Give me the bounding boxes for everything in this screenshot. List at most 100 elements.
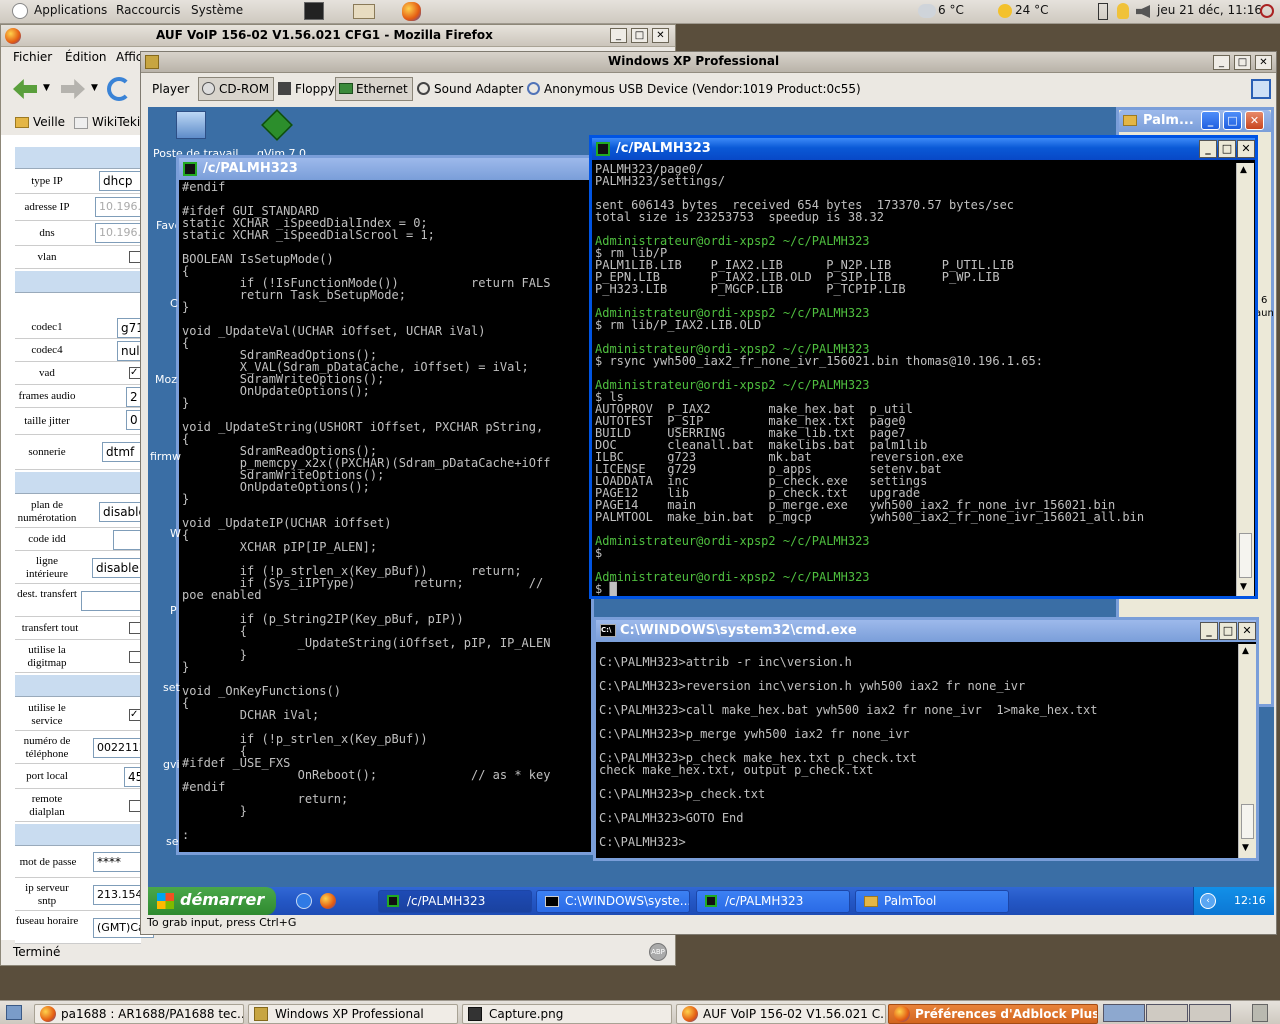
xp-task-cmd[interactable]: C:\WINDOWS\syste... <box>536 890 690 913</box>
power-icon[interactable] <box>1260 4 1274 18</box>
vm-close-button[interactable]: ✕ <box>1255 55 1272 70</box>
weather-temp-2: 24 °C <box>1015 3 1049 17</box>
status-text: Terminé <box>13 945 61 959</box>
vm-maximize-button[interactable]: □ <box>1234 55 1251 70</box>
my-computer-icon[interactable] <box>176 111 206 139</box>
menu-raccourcis[interactable]: Raccourcis <box>116 3 180 17</box>
network-icon[interactable] <box>1098 3 1108 20</box>
task-vmware[interactable]: Windows XP Professional <box>248 1004 458 1024</box>
terminal-right-maximize-button[interactable]: □ <box>1218 140 1236 158</box>
gvim-icon[interactable] <box>261 109 293 141</box>
menu-edition[interactable]: Édition <box>65 50 107 64</box>
palmtool-close-button[interactable]: ✕ <box>1245 111 1264 130</box>
cmd-maximize-button[interactable]: □ <box>1219 622 1237 640</box>
back-arrow-icon[interactable] <box>13 79 37 99</box>
terminal-right-minimize-button[interactable]: _ <box>1199 140 1217 158</box>
reload-icon[interactable] <box>107 77 131 101</box>
terminal-right-scrollbar[interactable]: ▲ ▼ <box>1236 163 1254 596</box>
forward-arrow-icon[interactable] <box>61 79 85 99</box>
scroll-thumb[interactable] <box>1241 804 1254 839</box>
forward-dropdown-icon[interactable]: ▼ <box>91 83 98 93</box>
task-capture[interactable]: Capture.png <box>462 1004 672 1024</box>
cmd-scrollbar[interactable]: ▲ ▼ <box>1238 644 1256 858</box>
scroll-up-arrow-icon[interactable]: ▲ <box>1240 165 1247 175</box>
volume-icon[interactable] <box>1136 5 1150 18</box>
menu-fichier[interactable]: Fichier <box>13 50 52 64</box>
palmtool-maximize-button[interactable]: □ <box>1223 111 1242 130</box>
bookmark-wikiteki[interactable]: WikiTeki <box>92 115 140 129</box>
terminal-left-line: #endif <box>182 181 226 194</box>
terminal-left-output[interactable]: #endif #ifdef GUI_STANDARD static XCHAR _… <box>180 181 590 851</box>
xp-task-palmtool[interactable]: PalmTool <box>855 890 1009 913</box>
cmd-line: check make_hex.txt, output p_check.txt <box>599 763 874 777</box>
firefox-titlebar[interactable]: AUF VoIP 156-02 V1.56.021 CFG1 - Mozilla… <box>1 25 675 47</box>
firefox-quicklaunch-icon[interactable] <box>320 893 336 909</box>
quick-switch-icon[interactable] <box>1251 79 1271 99</box>
cmd-minimize-button[interactable]: _ <box>1200 622 1218 640</box>
workspace-1[interactable] <box>1103 1004 1145 1022</box>
usb-device-button[interactable]: Anonymous USB Device (Vendor:1019 Produc… <box>523 77 866 101</box>
cmd-titlebar[interactable]: C:\ C:\WINDOWS\system32\cmd.exe _ □ ✕ <box>596 620 1256 642</box>
xp-clock[interactable]: 12:16 <box>1234 894 1266 907</box>
task-adblock[interactable]: Préférences d'Adblock Plus <box>888 1004 1098 1024</box>
scroll-up-arrow-icon[interactable]: ▲ <box>1242 646 1249 656</box>
xp-task-terminal-1[interactable]: /c/PALMH323 <box>378 890 532 913</box>
bookmark-veille[interactable]: Veille <box>33 115 65 129</box>
terminal-left-titlebar[interactable]: /c/PALMH323 <box>179 158 591 180</box>
ethernet-button[interactable]: Ethernet <box>335 77 413 101</box>
notification-bulb-icon[interactable] <box>1117 3 1129 19</box>
vmware-titlebar[interactable]: Windows XP Professional _ □ ✕ <box>141 52 1276 73</box>
workspace-3[interactable] <box>1189 1004 1231 1022</box>
terminal-launcher-icon[interactable] <box>304 2 324 20</box>
floppy-button[interactable]: Floppy <box>274 77 340 101</box>
menu-affichage[interactable]: Affic <box>116 50 142 64</box>
clock[interactable]: jeu 21 déc, 11:16 <box>1157 3 1262 17</box>
vm-minimize-button[interactable]: _ <box>1213 55 1230 70</box>
scroll-down-arrow-icon[interactable]: ▼ <box>1240 582 1247 592</box>
scroll-down-arrow-icon[interactable]: ▼ <box>1242 843 1249 853</box>
cmd-window[interactable]: C:\ C:\WINDOWS\system32\cmd.exe _ □ ✕ C:… <box>593 617 1259 861</box>
folder-icon <box>1123 115 1137 126</box>
cmd-line: C:\PALMH323>GOTO End <box>599 811 744 825</box>
task-firefox-auf[interactable]: AUF VoIP 156-02 V1.56.021 C... <box>676 1004 886 1024</box>
row-adresse-ip: adresse IP 10.196.1.9 <box>15 195 158 221</box>
weather-sun-icon <box>998 4 1012 18</box>
firefox-launcher-icon[interactable] <box>402 2 421 21</box>
xp-task-terminal-2[interactable]: /c/PALMH323 <box>696 890 850 913</box>
gnome-foot-icon[interactable] <box>12 3 28 19</box>
scroll-thumb[interactable] <box>1239 533 1252 578</box>
cmd-close-button[interactable]: ✕ <box>1238 622 1256 640</box>
terminal-left-window[interactable]: /c/PALMH323 #endif #ifdef GUI_STANDARD st… <box>176 155 594 855</box>
adblock-icon[interactable]: ABP <box>649 943 667 961</box>
tray-arrow-icon[interactable]: ‹ <box>1200 893 1216 909</box>
cdrom-button[interactable]: CD-ROM <box>198 77 275 101</box>
show-desktop-icon[interactable] <box>6 1005 22 1020</box>
terminal-right-close-button[interactable]: ✕ <box>1237 140 1255 158</box>
menu-applications[interactable]: Applications <box>34 3 107 17</box>
mail-launcher-icon[interactable] <box>353 4 375 19</box>
terminal-right-line: Administrateur@ordi-xpsp2 ~/c/PALMH323 <box>595 534 870 548</box>
back-dropdown-icon[interactable]: ▼ <box>43 83 50 93</box>
cmd-output[interactable]: C:\PALMH323>attrib -r inc\version.h C:\P… <box>597 644 1237 858</box>
workspace-2[interactable] <box>1146 1004 1188 1022</box>
terminal-right-output[interactable]: PALMH323/page0/PALMH323/settings/ sent 6… <box>593 163 1235 596</box>
terminal-right-window[interactable]: /c/PALMH323 _ □ ✕ PALMH323/page0/PALMH32… <box>589 135 1258 599</box>
close-button[interactable]: ✕ <box>652 28 669 43</box>
type-ip-select[interactable]: dhcp <box>99 171 144 191</box>
ie-quicklaunch-icon[interactable] <box>296 893 312 909</box>
sound-adapter-button[interactable]: Sound Adapter <box>413 77 528 101</box>
palmtool-titlebar[interactable]: Palm... _ □ ✕ <box>1119 110 1271 132</box>
terminal-right-line: $ <box>595 546 603 560</box>
start-button[interactable]: démarrer <box>148 887 276 915</box>
player-menu[interactable]: Player <box>147 77 194 101</box>
terminal-right-titlebar[interactable]: /c/PALMH323 _ □ ✕ <box>592 138 1255 160</box>
label-utilise-digitmap: utilise la digitmap <box>27 644 67 669</box>
trash-icon[interactable] <box>1252 1004 1268 1022</box>
desktop-fragment: firmw <box>150 450 181 463</box>
row-codec1: codec1g711u <box>15 317 159 339</box>
minimize-button[interactable]: _ <box>610 28 627 43</box>
palmtool-minimize-button[interactable]: _ <box>1201 111 1220 130</box>
task-pa1688[interactable]: pa1688 : AR1688/PA1688 tec... <box>34 1004 244 1024</box>
menu-systeme[interactable]: Système <box>191 3 243 17</box>
maximize-button[interactable]: □ <box>631 28 648 43</box>
